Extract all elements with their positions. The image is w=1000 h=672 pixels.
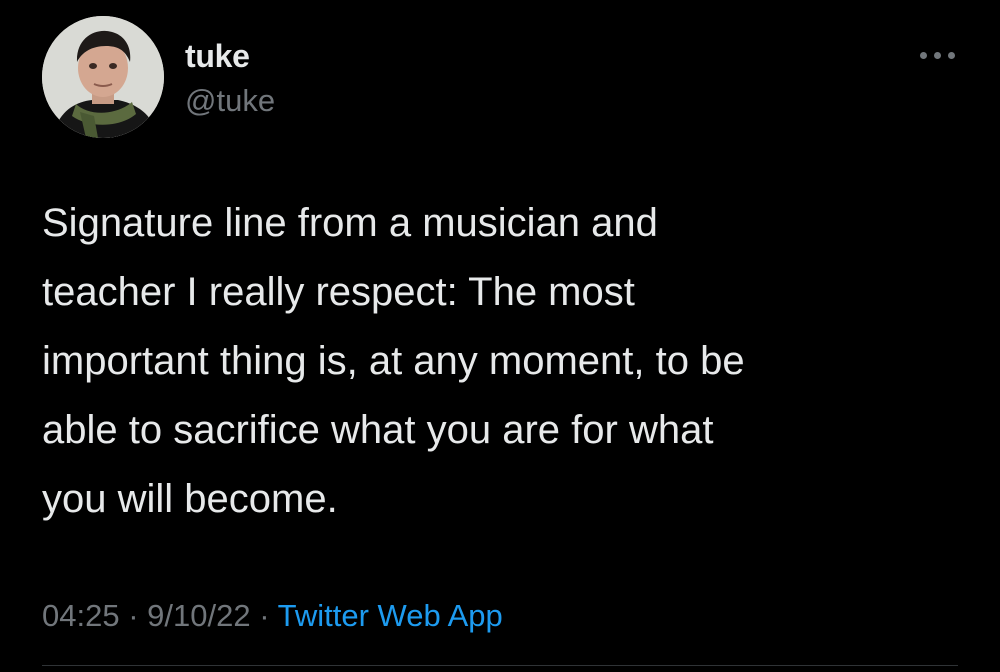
tweet-card: tuke @tuke Signature line from a musicia… — [0, 0, 1000, 672]
divider — [42, 665, 958, 666]
tweet-date[interactable]: 9/10/22 — [147, 598, 250, 633]
more-dot — [948, 52, 955, 59]
meta-separator: · — [259, 598, 270, 633]
meta-separator: · — [128, 598, 139, 633]
more-dot — [920, 52, 927, 59]
avatar[interactable] — [42, 16, 164, 138]
author-handle[interactable]: @tuke — [185, 82, 275, 120]
tweet-source-link[interactable]: Twitter Web App — [278, 598, 503, 633]
author-name[interactable]: tuke — [185, 37, 250, 75]
avatar-photo — [42, 16, 164, 138]
tweet-meta: 04:25 · 9/10/22 · Twitter Web App — [42, 592, 503, 640]
tweet-time[interactable]: 04:25 — [42, 598, 120, 633]
tweet-text: Signature line from a musician and teach… — [42, 201, 745, 521]
more-options-icon[interactable] — [918, 42, 958, 66]
more-dot — [934, 52, 941, 59]
